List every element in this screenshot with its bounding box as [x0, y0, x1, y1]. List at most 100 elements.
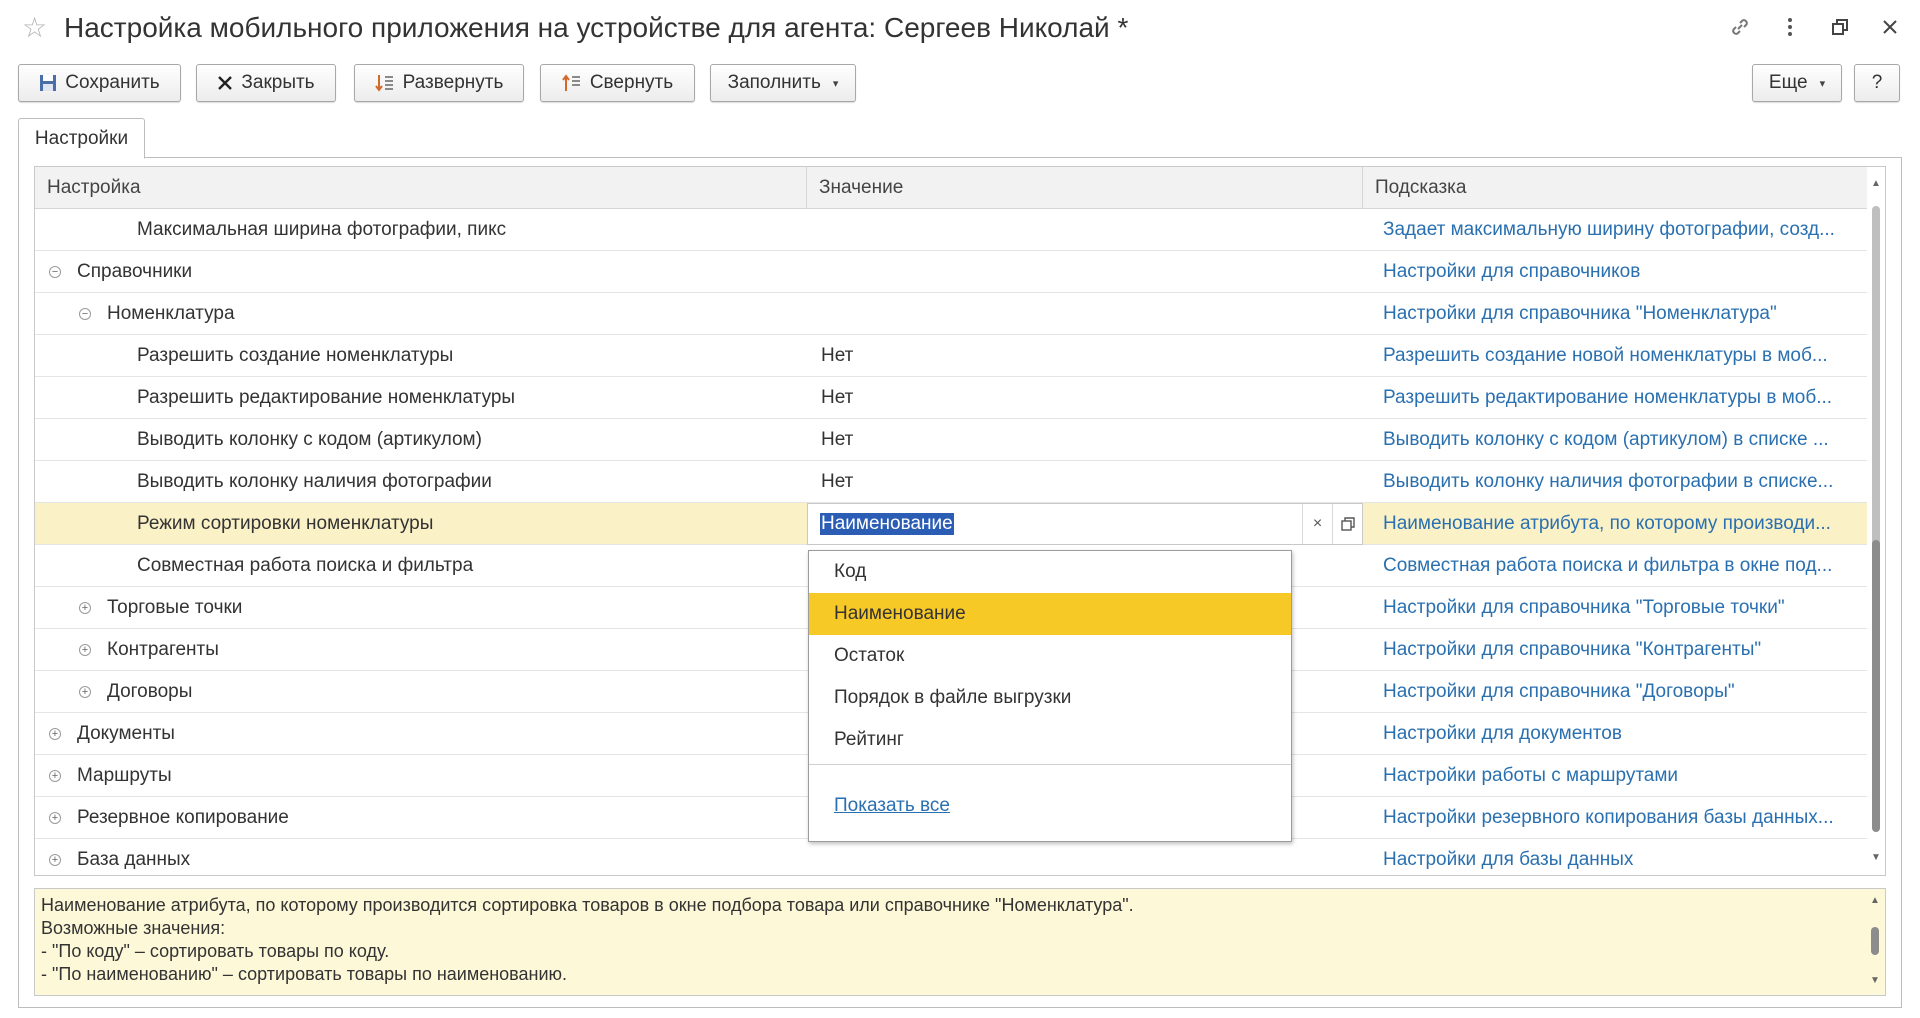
help-button[interactable]: ? — [1854, 64, 1900, 102]
setting-name: Совместная работа поиска и фильтра — [137, 555, 474, 576]
window-controls — [1728, 14, 1902, 40]
collapse-button[interactable]: Свернуть — [540, 64, 695, 102]
description-line: Наименование атрибута, по которому произ… — [41, 895, 1134, 915]
setting-hint[interactable]: Разрешить создание новой номенклатуры в … — [1373, 335, 1867, 377]
setting-name: Разрешить редактирование номенклатуры — [137, 387, 516, 408]
expand-toggle-icon[interactable]: + — [49, 812, 61, 824]
setting-value[interactable]: Нет — [821, 419, 1361, 461]
setting-hint[interactable]: Разрешить редактирование номенклатуры в … — [1373, 377, 1867, 419]
setting-hint[interactable]: Настройки работы с маршрутами — [1373, 755, 1867, 797]
dropdown-option-name[interactable]: Наименование — [809, 593, 1291, 635]
description-line: - "По коду" – сортировать товары по коду… — [41, 941, 390, 961]
more-icon[interactable] — [1778, 14, 1802, 40]
setting-hint[interactable]: Настройки для справочника "Номенклатура" — [1373, 293, 1867, 335]
cross-icon — [217, 75, 233, 91]
window-title: Настройка мобильного приложения на устро… — [64, 12, 1129, 43]
setting-name: + Резервное копирование — [35, 797, 805, 839]
expand-toggle-icon[interactable]: + — [49, 770, 61, 782]
chevron-down-icon: ▾ — [1819, 77, 1826, 90]
setting-hint[interactable]: Задает максимальную ширину фотографии, с… — [1373, 209, 1867, 251]
expand-toggle-icon[interactable]: + — [79, 686, 91, 698]
setting-hint[interactable]: Выводить колонку с кодом (артикулом) в с… — [1373, 419, 1867, 461]
expand-button[interactable]: Развернуть — [354, 64, 524, 102]
setting-hint[interactable]: Настройки для справочника "Торговые точк… — [1373, 587, 1867, 629]
table-row[interactable]: − Справочники Настройки для справочников — [35, 251, 1867, 293]
scroll-thumb[interactable] — [1871, 927, 1879, 955]
setting-hint[interactable]: Настройки для справочника "Контрагенты" — [1373, 629, 1867, 671]
toolbar: Сохранить Закрыть Развернуть Свернуть За… — [18, 64, 1902, 102]
table-row[interactable]: Разрешить редактирование номенклатуры Не… — [35, 377, 1867, 419]
table-row[interactable]: Выводить колонку с кодом (артикулом) Нет… — [35, 419, 1867, 461]
scroll-down-icon[interactable]: ▼ — [1870, 975, 1880, 986]
scroll-up-icon[interactable]: ▲ — [1871, 178, 1881, 189]
setting-name: Максимальная ширина фотографии, пикс — [137, 219, 507, 240]
fill-button[interactable]: Заполнить ▾ — [710, 64, 856, 102]
scroll-down-icon[interactable]: ▼ — [1871, 852, 1881, 863]
save-button[interactable]: Сохранить — [18, 64, 181, 102]
more-button[interactable]: Еще ▾ — [1752, 64, 1842, 102]
expand-icon — [374, 73, 395, 93]
clear-icon[interactable]: × — [1302, 504, 1332, 544]
table-row[interactable]: − Номенклатура Настройки для справочника… — [35, 293, 1867, 335]
sort-mode-input[interactable]: Наименование × — [807, 503, 1363, 545]
column-header-value[interactable]: Значение — [807, 167, 1363, 209]
table-row[interactable]: + База данных Настройки для базы данных — [35, 839, 1867, 875]
dropdown-option-rating[interactable]: Рейтинг — [809, 719, 1291, 761]
setting-name: + Контрагенты — [35, 629, 805, 671]
close-icon[interactable] — [1878, 14, 1902, 40]
grid-scrollbar[interactable]: ▲ ▼ — [1866, 166, 1886, 876]
scroll-thumb[interactable] — [1872, 540, 1880, 832]
table-row[interactable]: Разрешить создание номенклатуры Нет Разр… — [35, 335, 1867, 377]
column-header-name[interactable]: Настройка — [35, 167, 807, 209]
restore-icon[interactable] — [1828, 14, 1852, 40]
setting-hint[interactable]: Настройки для документов — [1373, 713, 1867, 755]
setting-hint[interactable]: Настройки для справочника "Договоры" — [1373, 671, 1867, 713]
collapse-toggle-icon[interactable]: − — [79, 308, 91, 320]
description-line: - "По наименованию" – сортировать товары… — [41, 964, 568, 984]
setting-hint[interactable]: Настройки для базы данных — [1373, 839, 1867, 875]
dropdown-option-stock[interactable]: Остаток — [809, 635, 1291, 677]
setting-name: + Маршруты — [35, 755, 805, 797]
show-all-link[interactable]: Показать все — [834, 795, 950, 817]
table-row[interactable]: Максимальная ширина фотографии, пикс Зад… — [35, 209, 1867, 251]
description-line: Возможные значения: — [41, 918, 226, 938]
title-bar: ☆ Настройка мобильного приложения на уст… — [0, 0, 1920, 62]
setting-hint[interactable]: Совместная работа поиска и фильтра в окн… — [1373, 545, 1867, 587]
description-scrollbar[interactable]: ▲ ▼ — [1865, 889, 1885, 995]
setting-name: − Номенклатура — [35, 293, 805, 335]
setting-hint[interactable]: Настройки резервного копирования базы да… — [1373, 797, 1867, 839]
link-icon[interactable] — [1728, 14, 1752, 40]
floppy-icon — [39, 74, 57, 92]
column-header-hint[interactable]: Подсказка — [1363, 167, 1867, 209]
setting-name: − Справочники — [35, 251, 805, 293]
setting-value[interactable]: Нет — [821, 335, 1361, 377]
setting-name: Режим сортировки номенклатуры — [137, 513, 434, 534]
expand-toggle-icon[interactable]: + — [79, 602, 91, 614]
setting-name: + Договоры — [35, 671, 805, 713]
setting-hint[interactable]: Выводить колонку наличия фотографии в сп… — [1373, 461, 1867, 503]
expand-toggle-icon[interactable]: + — [49, 854, 61, 866]
grid-header: Настройка Значение Подсказка — [35, 167, 1867, 209]
setting-value[interactable]: Нет — [821, 377, 1361, 419]
expand-toggle-icon[interactable]: + — [49, 728, 61, 740]
table-row[interactable]: Выводить колонку наличия фотографии Нет … — [35, 461, 1867, 503]
setting-hint[interactable]: Наименование атрибута, по которому произ… — [1373, 503, 1867, 545]
expand-toggle-icon[interactable]: + — [79, 644, 91, 656]
open-form-icon[interactable] — [1332, 504, 1362, 544]
setting-name: + Документы — [35, 713, 805, 755]
tab-bar: Настройки — [18, 118, 1902, 159]
scroll-up-icon[interactable]: ▲ — [1870, 895, 1880, 906]
chevron-down-icon: ▾ — [832, 77, 839, 90]
tab-settings[interactable]: Настройки — [18, 118, 145, 159]
dropdown-option-export-order[interactable]: Порядок в файле выгрузки — [809, 677, 1291, 719]
setting-name: Выводить колонку наличия фотографии — [137, 471, 492, 492]
star-icon[interactable]: ☆ — [22, 14, 47, 42]
collapse-toggle-icon[interactable]: − — [49, 266, 61, 278]
dropdown-option-code[interactable]: Код — [809, 551, 1291, 593]
sort-mode-value[interactable]: Наименование — [820, 513, 954, 535]
setting-hint[interactable]: Настройки для справочников — [1373, 251, 1867, 293]
setting-value[interactable]: Нет — [821, 461, 1361, 503]
close-button[interactable]: Закрыть — [196, 64, 336, 102]
table-row-selected[interactable]: Режим сортировки номенклатуры Наименован… — [35, 503, 1867, 545]
setting-name: Разрешить создание номенклатуры — [137, 345, 454, 366]
